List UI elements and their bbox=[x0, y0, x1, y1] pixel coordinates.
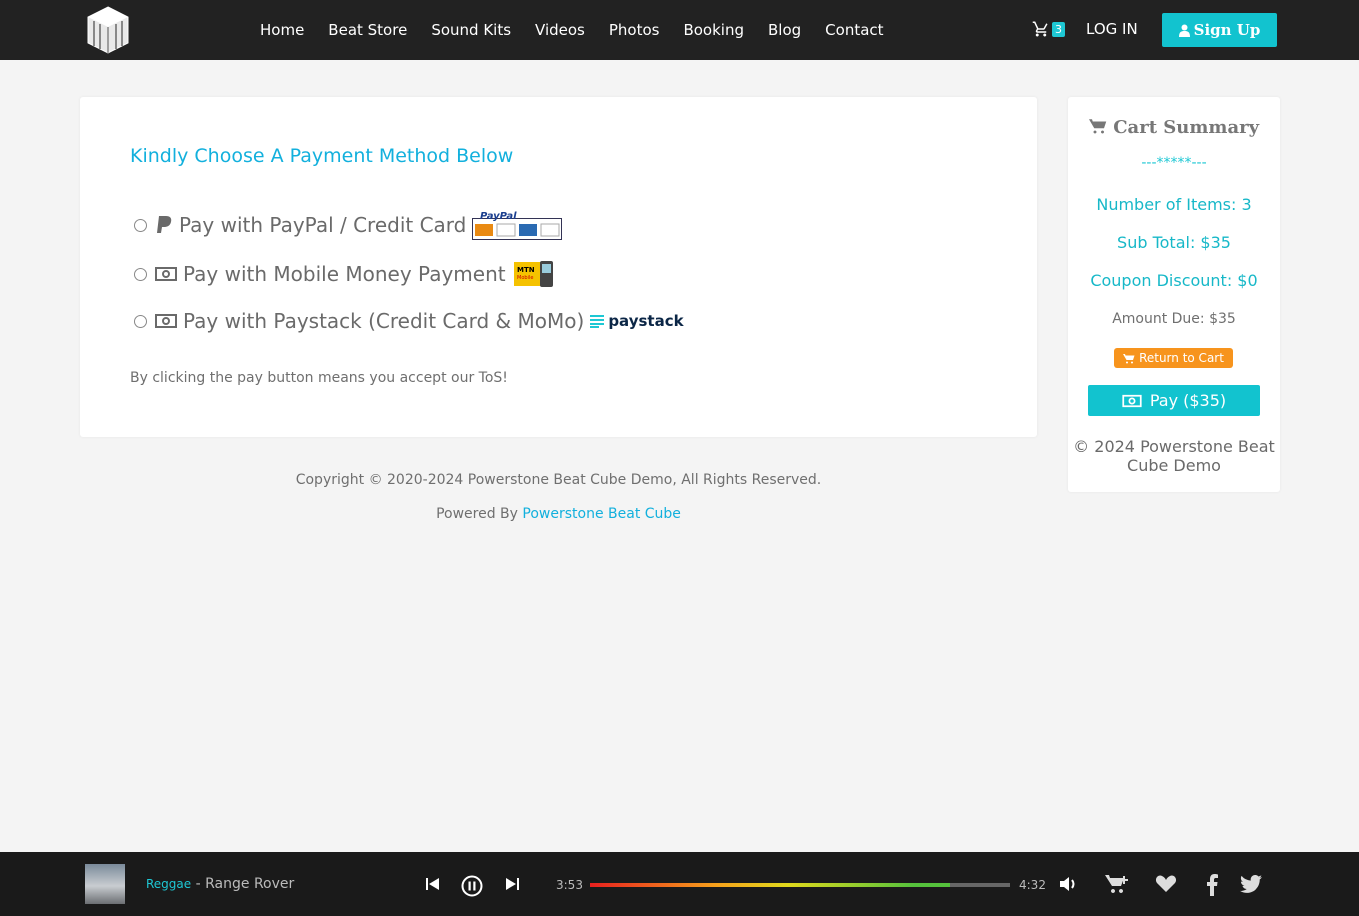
svg-text:MTN: MTN bbox=[517, 266, 535, 274]
cart-count-badge: 3 bbox=[1052, 21, 1065, 37]
top-navbar: Home Beat Store Sound Kits Videos Photos… bbox=[0, 0, 1359, 60]
track-artwork[interactable] bbox=[85, 864, 125, 904]
paypal-cards-icon: PayPal bbox=[472, 211, 563, 240]
track-info: Reggae - Range Rover bbox=[146, 876, 295, 892]
cart-icon bbox=[1088, 119, 1107, 134]
cart-button[interactable]: 3 bbox=[1032, 20, 1065, 38]
amount-due: Amount Due: $35 bbox=[1112, 311, 1236, 327]
paypal-label: Pay with PayPal / Credit Card bbox=[179, 213, 467, 237]
audio-player: Reggae - Range Rover 3:53 4:32 bbox=[0, 852, 1359, 916]
nav-home[interactable]: Home bbox=[260, 21, 304, 39]
cart-summary-title-text: Cart Summary bbox=[1113, 117, 1260, 138]
paystack-option[interactable]: Pay with Paystack (Credit Card & MoMo) p… bbox=[134, 309, 684, 333]
cart-icon bbox=[1032, 21, 1048, 37]
progress-bar[interactable] bbox=[590, 883, 1010, 887]
summary-divider: ---*****--- bbox=[1141, 155, 1207, 171]
paystack-logo-icon bbox=[590, 315, 605, 328]
nav-booking[interactable]: Booking bbox=[683, 21, 744, 39]
nav-contact[interactable]: Contact bbox=[825, 21, 883, 39]
nav-blog[interactable]: Blog bbox=[768, 21, 801, 39]
cart-summary-title: Cart Summary bbox=[1068, 117, 1280, 138]
login-link[interactable]: LOG IN bbox=[1086, 20, 1138, 38]
paystack-radio[interactable] bbox=[134, 314, 147, 328]
money-icon bbox=[155, 313, 177, 329]
paypal-radio[interactable] bbox=[134, 218, 147, 232]
mobile-money-radio[interactable] bbox=[134, 267, 147, 281]
user-icon bbox=[1178, 24, 1190, 37]
svg-text:Mobile: Mobile bbox=[517, 275, 533, 281]
heart-icon[interactable] bbox=[1155, 874, 1177, 894]
nav-beat-store[interactable]: Beat Store bbox=[328, 21, 407, 39]
payment-card: Kindly Choose A Payment Method Below Pay… bbox=[80, 97, 1037, 437]
nav-photos[interactable]: Photos bbox=[609, 21, 660, 39]
track-genre[interactable]: Reggae bbox=[146, 877, 191, 891]
signup-label: Sign Up bbox=[1193, 21, 1261, 39]
add-to-cart-icon[interactable] bbox=[1105, 874, 1129, 894]
summary-footer: © 2024 Powerstone Beat Cube Demo bbox=[1073, 437, 1275, 475]
main-menu: Home Beat Store Sound Kits Videos Photos… bbox=[260, 0, 908, 60]
pay-button-label: Pay ($35) bbox=[1149, 391, 1227, 410]
progress-fill bbox=[590, 883, 950, 887]
previous-track-icon[interactable] bbox=[424, 874, 442, 894]
return-to-cart-label: Return to Cart bbox=[1139, 351, 1224, 365]
powered-link[interactable]: Powerstone Beat Cube bbox=[522, 506, 681, 522]
cart-summary-panel: Cart Summary ---*****--- Number of Items… bbox=[1068, 97, 1280, 492]
site-logo[interactable] bbox=[86, 5, 130, 55]
sub-total: Sub Total: $35 bbox=[1117, 233, 1231, 252]
payment-heading: Kindly Choose A Payment Method Below bbox=[130, 145, 514, 167]
paystack-logo: paystack bbox=[590, 312, 684, 330]
signup-button[interactable]: Sign Up bbox=[1162, 13, 1277, 47]
cart-icon bbox=[1123, 353, 1135, 363]
next-track-icon[interactable] bbox=[503, 874, 521, 894]
nav-sound-kits[interactable]: Sound Kits bbox=[431, 21, 511, 39]
mobile-money-label: Pay with Mobile Money Payment bbox=[183, 262, 506, 286]
tos-notice: By clicking the pay button means you acc… bbox=[130, 370, 508, 386]
powered-by: Powered By Powerstone Beat Cube bbox=[80, 506, 1037, 522]
mobile-money-option[interactable]: Pay with Mobile Money Payment MTN Mobile bbox=[134, 260, 556, 288]
return-to-cart-button[interactable]: Return to Cart bbox=[1114, 348, 1233, 368]
duration: 4:32 bbox=[1019, 878, 1046, 892]
track-title: Range Rover bbox=[205, 876, 295, 892]
money-icon bbox=[155, 266, 177, 282]
nav-videos[interactable]: Videos bbox=[535, 21, 585, 39]
money-icon bbox=[1122, 394, 1142, 407]
paypal-option[interactable]: Pay with PayPal / Credit Card PayPal bbox=[134, 210, 563, 240]
mtn-mobile-money-icon: MTN Mobile bbox=[513, 261, 553, 287]
pause-icon[interactable] bbox=[461, 875, 483, 897]
paystack-wordmark: paystack bbox=[608, 312, 684, 330]
pay-button[interactable]: Pay ($35) bbox=[1088, 385, 1260, 416]
twitter-icon[interactable] bbox=[1240, 874, 1262, 894]
facebook-icon[interactable] bbox=[1205, 874, 1219, 896]
paystack-label: Pay with Paystack (Credit Card & MoMo) bbox=[183, 309, 585, 333]
powered-prefix: Powered By bbox=[436, 506, 518, 522]
coupon-discount: Coupon Discount: $0 bbox=[1090, 271, 1258, 290]
volume-icon[interactable] bbox=[1058, 874, 1080, 894]
copyright-text: Copyright © 2020-2024 Powerstone Beat Cu… bbox=[295, 472, 822, 488]
items-count: Number of Items: 3 bbox=[1096, 195, 1252, 214]
paypal-icon bbox=[155, 215, 173, 235]
svg-text:PayPal: PayPal bbox=[480, 211, 517, 222]
current-time: 3:53 bbox=[556, 878, 583, 892]
